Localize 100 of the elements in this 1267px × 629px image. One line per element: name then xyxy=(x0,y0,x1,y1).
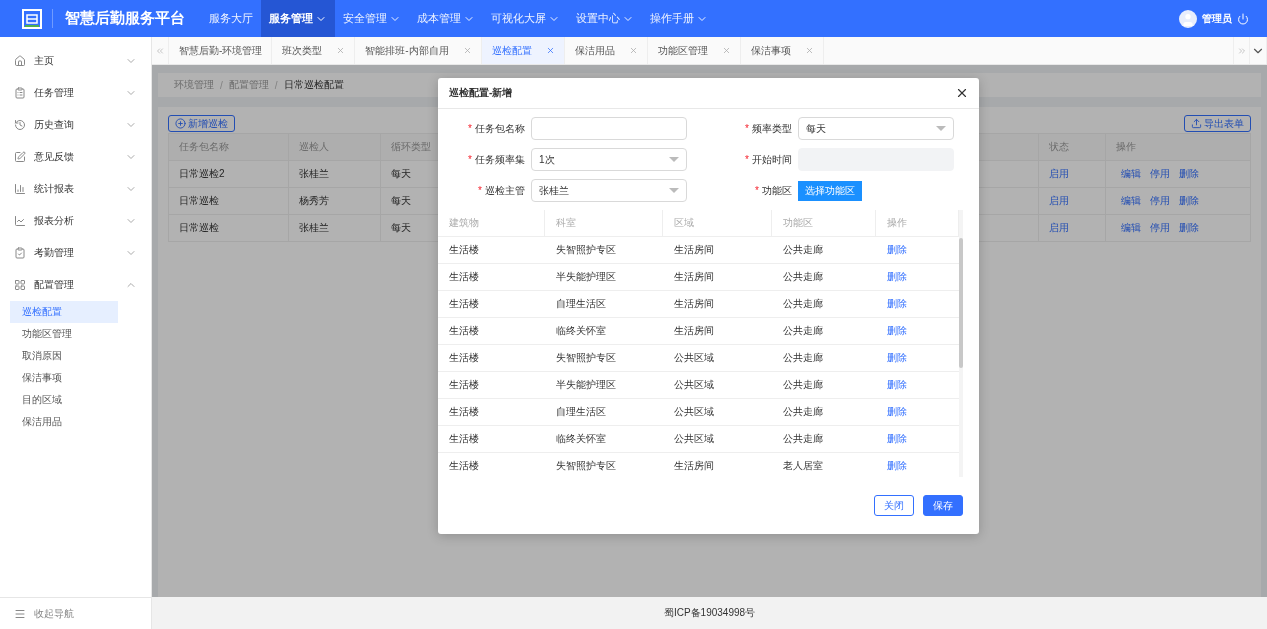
column-header: 状态 xyxy=(1039,134,1106,161)
action-link[interactable]: 删除 xyxy=(1179,194,1199,208)
input-field[interactable] xyxy=(531,117,687,140)
list-icon xyxy=(14,87,26,99)
table-cell: 自理生活区 xyxy=(545,399,663,426)
sidebar-subitem[interactable]: 保洁事项 xyxy=(10,367,118,389)
required-mark: * xyxy=(478,184,482,196)
tab[interactable]: 保洁事项 xyxy=(740,37,824,64)
table-cell: 杨秀芳 xyxy=(289,188,381,215)
sidebar-item[interactable]: 意见反馈 xyxy=(0,141,151,173)
table-cell: 半失能护理区 xyxy=(545,264,663,291)
sidebar-subitem[interactable]: 功能区管理 xyxy=(10,323,118,345)
add-button[interactable]: 新增巡检 xyxy=(168,115,235,132)
action-link[interactable]: 停用 xyxy=(1150,221,1170,235)
select-field[interactable]: 1次 xyxy=(531,148,687,171)
close-button[interactable]: 关闭 xyxy=(874,495,914,516)
tab[interactable]: 保洁用品 xyxy=(564,37,648,64)
action-link[interactable]: 编辑 xyxy=(1121,167,1141,181)
sidebar-item[interactable]: 历史查询 xyxy=(0,109,151,141)
tab[interactable]: 功能区管理 xyxy=(647,37,741,64)
nav-item[interactable]: 可视化大屏 xyxy=(483,0,568,37)
field-label: * 功能区 xyxy=(754,183,792,198)
table-cell: 失智照护专区 xyxy=(545,453,663,477)
scroll-left-icon[interactable] xyxy=(155,45,165,56)
sidebar-item[interactable]: 报表分析 xyxy=(0,205,151,237)
collapse-nav-button[interactable]: 收起导航 xyxy=(0,597,151,629)
select-area-button[interactable]: 选择功能区 xyxy=(798,180,862,201)
action-link[interactable]: 删除 xyxy=(1179,221,1199,235)
nav-item[interactable]: 服务管理 xyxy=(261,0,335,37)
sidebar-item[interactable]: 考勤管理 xyxy=(0,237,151,269)
column-header: 任务包名称 xyxy=(169,134,289,161)
delete-link[interactable]: 删除 xyxy=(887,351,907,365)
tab[interactable]: 智能排班-内部自用 xyxy=(355,37,482,64)
sidebar-subitem[interactable]: 取消原因 xyxy=(10,345,118,367)
column-header: 操作 xyxy=(1106,134,1251,161)
delete-link[interactable]: 删除 xyxy=(887,297,907,311)
table-cell: 临终关怀室 xyxy=(545,318,663,345)
power-icon[interactable] xyxy=(1237,12,1249,25)
required-mark: * xyxy=(755,184,759,196)
table-cell: 生活楼 xyxy=(438,399,545,426)
table-cell: 日常巡检2 xyxy=(169,161,289,188)
app-title: 智慧后勤服务平台 xyxy=(52,9,185,28)
delete-link[interactable]: 删除 xyxy=(887,405,907,419)
save-button[interactable]: 保存 xyxy=(923,495,963,516)
table-cell: 公共走廊 xyxy=(772,426,876,453)
table-cell: 公共走廊 xyxy=(772,372,876,399)
action-link[interactable]: 删除 xyxy=(1179,167,1199,181)
sidebar-item[interactable]: 任务管理 xyxy=(0,77,151,109)
scroll-right-icon[interactable] xyxy=(1236,45,1247,56)
nav-item[interactable]: 服务大厅 xyxy=(201,0,261,37)
table-cell: 公共走廊 xyxy=(772,237,876,264)
table-cell: 自理生活区 xyxy=(545,291,663,318)
action-link[interactable]: 停用 xyxy=(1150,167,1170,181)
nav-item[interactable]: 成本管理 xyxy=(409,0,483,37)
table-cell: 公共走廊 xyxy=(772,291,876,318)
delete-link[interactable]: 删除 xyxy=(887,243,907,257)
menu-icon xyxy=(14,607,26,620)
delete-link[interactable]: 删除 xyxy=(887,459,907,473)
tab[interactable]: 智慧后勤-环境管理 xyxy=(169,37,273,64)
delete-link[interactable]: 删除 xyxy=(887,432,907,446)
nav-item[interactable]: 设置中心 xyxy=(568,0,642,37)
delete-link[interactable]: 删除 xyxy=(887,378,907,392)
select-field[interactable]: 每天 xyxy=(798,117,954,140)
sidebar-subitem[interactable]: 目的区域 xyxy=(10,389,118,411)
sidebar-item[interactable]: 主页 xyxy=(0,45,151,77)
dialog-title: 巡检配置-新增 xyxy=(449,86,513,100)
field-label: * 任务包名称 xyxy=(467,121,525,136)
required-mark: * xyxy=(468,122,472,134)
nav-item[interactable]: 操作手册 xyxy=(642,0,716,37)
select-field[interactable]: 张桂兰 xyxy=(531,179,687,202)
table-cell: 生活楼 xyxy=(438,426,545,453)
table-cell: 生活楼 xyxy=(438,453,545,477)
scrollbar-thumb[interactable] xyxy=(959,238,963,368)
column-header: 科室 xyxy=(545,210,663,237)
footer-text: 蜀ICP备19034998号 xyxy=(152,597,1267,629)
upload-icon xyxy=(1191,118,1202,129)
table-cell: 半失能护理区 xyxy=(545,372,663,399)
table-cell: 生活房间 xyxy=(663,237,772,264)
tab[interactable]: 巡检配置 xyxy=(481,37,565,64)
action-link[interactable]: 停用 xyxy=(1150,194,1170,208)
bar-chart-icon xyxy=(14,183,26,195)
action-link[interactable]: 编辑 xyxy=(1121,194,1141,208)
field-label: * 开始时间 xyxy=(744,152,792,167)
logo-icon xyxy=(22,8,42,29)
clock-icon xyxy=(14,119,26,131)
sidebar-subitem[interactable]: 巡检配置 xyxy=(10,301,118,323)
breadcrumb-link[interactable]: 环境管理 xyxy=(174,78,214,92)
close-icon[interactable] xyxy=(955,86,969,100)
table-cell: 生活房间 xyxy=(663,264,772,291)
sidebar-item[interactable]: 统计报表 xyxy=(0,173,151,205)
sidebar-subitem[interactable]: 保洁用品 xyxy=(10,411,118,433)
delete-link[interactable]: 删除 xyxy=(887,324,907,338)
tab[interactable]: 班次类型 xyxy=(272,37,356,64)
action-link[interactable]: 编辑 xyxy=(1121,221,1141,235)
home-icon xyxy=(14,55,26,67)
delete-link[interactable]: 删除 xyxy=(887,270,907,284)
sidebar-item[interactable]: 配置管理 xyxy=(0,269,151,301)
export-button[interactable]: 导出表单 xyxy=(1184,115,1251,132)
field-label: * 巡检主管 xyxy=(477,183,525,198)
nav-item[interactable]: 安全管理 xyxy=(335,0,409,37)
